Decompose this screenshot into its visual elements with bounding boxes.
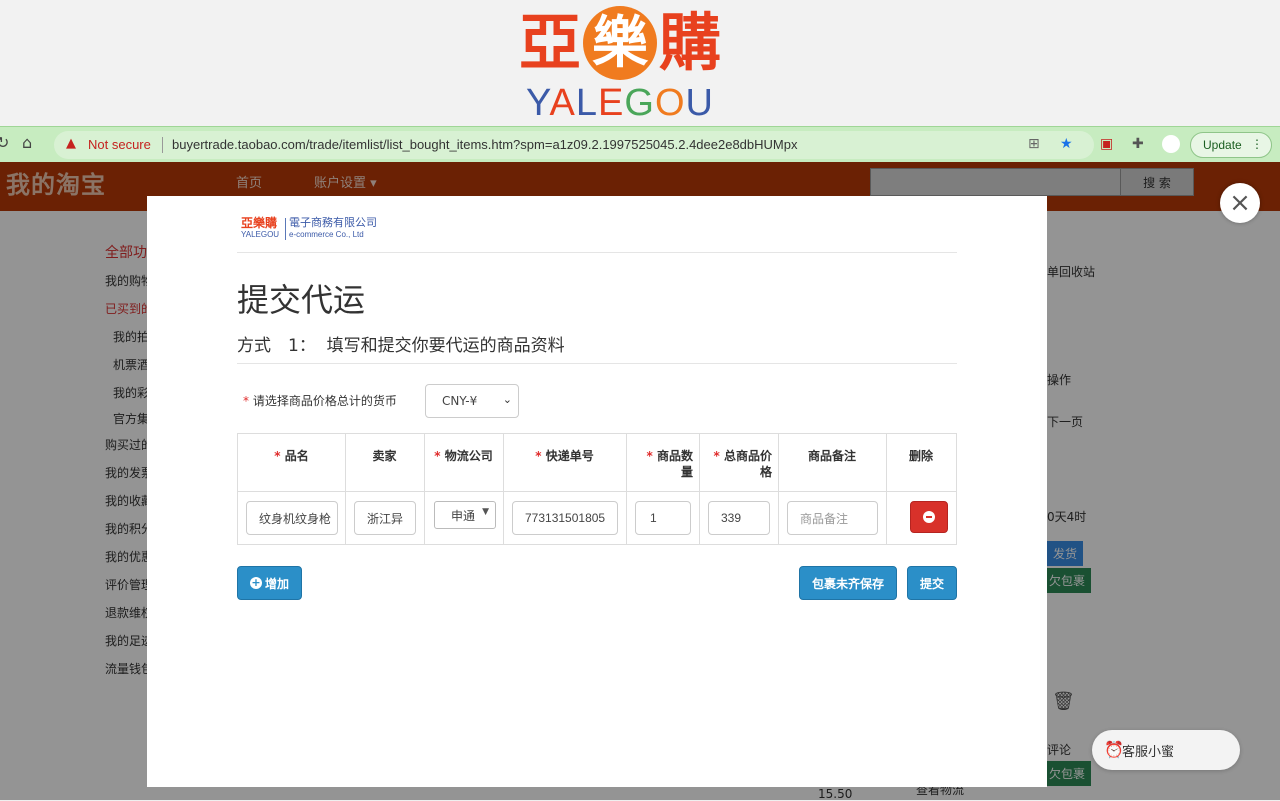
service-bell-icon: ⏰ [1104,740,1124,759]
url-text[interactable]: buyertrade.taobao.com/trade/itemlist/lis… [172,137,797,152]
company-name: 電子商務有限公司 [289,216,377,229]
more-icon: ⋮ [1251,137,1263,151]
company-name-en: e-commerce Co., Ltd [289,230,364,239]
reload-icon[interactable]: ↻ [0,133,9,152]
logo-char-2: 樂 [583,6,657,80]
browser-toolbar: ↻ ⌂ ▲ Not secure buyertrade.taobao.com/t… [0,126,1280,163]
header-note: 商品备注 [807,449,856,463]
divider [237,363,957,364]
quantity-input[interactable]: 1 [635,501,691,535]
company-logo: 亞樂購 YALEGOU 電子商務有限公司 e-commerce Co., Ltd [241,216,389,242]
header-product-name: * 品名 [274,449,309,463]
header-seller: 卖家 [372,449,397,463]
update-button[interactable]: Update ⋮ [1190,132,1272,158]
header-courier: * 物流公司 [434,449,493,463]
save-incomplete-button[interactable]: 包裹未齐保存 [799,566,897,600]
not-secure-label[interactable]: Not secure [88,137,151,152]
company-logo-cn: 亞樂購 [241,216,278,230]
header-quantity: * 商品数量 [646,449,693,479]
extension-icon[interactable]: ▣ [1100,136,1113,152]
currency-value: CNY-¥ [442,394,478,408]
star-icon[interactable]: ★ [1060,136,1073,152]
logo-char-3: 購 [659,6,722,79]
header-total-price: * 总商品价格 [713,449,772,479]
caret-down-icon: ▼ [482,507,489,517]
submit-button[interactable]: 提交 [907,566,957,600]
puzzle-icon[interactable]: ✚ [1132,136,1144,152]
logo-char-1: 亞 [518,6,581,79]
tracking-number-input[interactable]: 773131501805 [512,501,618,535]
divider [237,252,957,253]
brand-banner: 亞 樂 購 YALEGOU [0,0,1280,126]
forwarding-modal: 亞樂購 YALEGOU 電子商務有限公司 e-commerce Co., Ltd… [147,196,1047,787]
plus-circle-icon: + [249,576,262,589]
courier-select[interactable]: 申通 ▼ [434,501,496,529]
chevron-down-icon: ⌄ [502,393,512,406]
total-price-input[interactable]: 339 [708,501,770,535]
address-bar[interactable]: ▲ Not secure buyertrade.taobao.com/trade… [54,131,1094,159]
method-description: 方式 1： 填写和提交你要代运的商品资料 [237,336,565,356]
add-row-button[interactable]: + 增加 [237,566,302,600]
home-icon[interactable]: ⌂ [22,133,32,152]
translate-icon[interactable]: ⊞ [1028,136,1040,152]
warning-icon[interactable]: ▲ [66,136,76,151]
update-label: Update [1203,138,1242,152]
profile-avatar-icon[interactable] [1162,135,1180,153]
modal-title: 提交代运 [237,281,366,319]
close-icon: × [1229,188,1251,218]
currency-label: * 请选择商品价格总计的货币 [243,394,397,408]
header-tracking-number: * 快递单号 [535,449,594,463]
company-logo-en: YALEGOU [241,230,280,239]
customer-service-label: 客服小蜜 [1122,744,1175,760]
product-name-input[interactable]: 纹身机纹身枪 [246,501,338,535]
logo-text-en: YALEGOU [526,82,714,124]
minus-circle-icon [923,511,935,523]
logo-divider [285,218,286,240]
courier-value: 申通 [451,508,476,523]
url-divider [162,137,163,153]
required-mark: * [243,394,253,408]
note-input[interactable]: 商品备注 [787,501,878,535]
delete-row-button[interactable] [910,501,948,533]
item-table: * 品名 卖家 * 物流公司 * 快递单号 * 商品数量 * 总商品价格 商品备… [237,433,957,545]
customer-service-widget[interactable]: ⏰ 客服小蜜 [1092,730,1240,770]
yalegou-logo: 亞 樂 購 YALEGOU [508,4,732,124]
close-modal-button[interactable]: × [1220,183,1260,223]
header-delete: 删除 [908,449,933,463]
currency-select[interactable]: CNY-¥ ⌄ [425,384,519,418]
seller-input[interactable]: 浙江异 [354,501,416,535]
